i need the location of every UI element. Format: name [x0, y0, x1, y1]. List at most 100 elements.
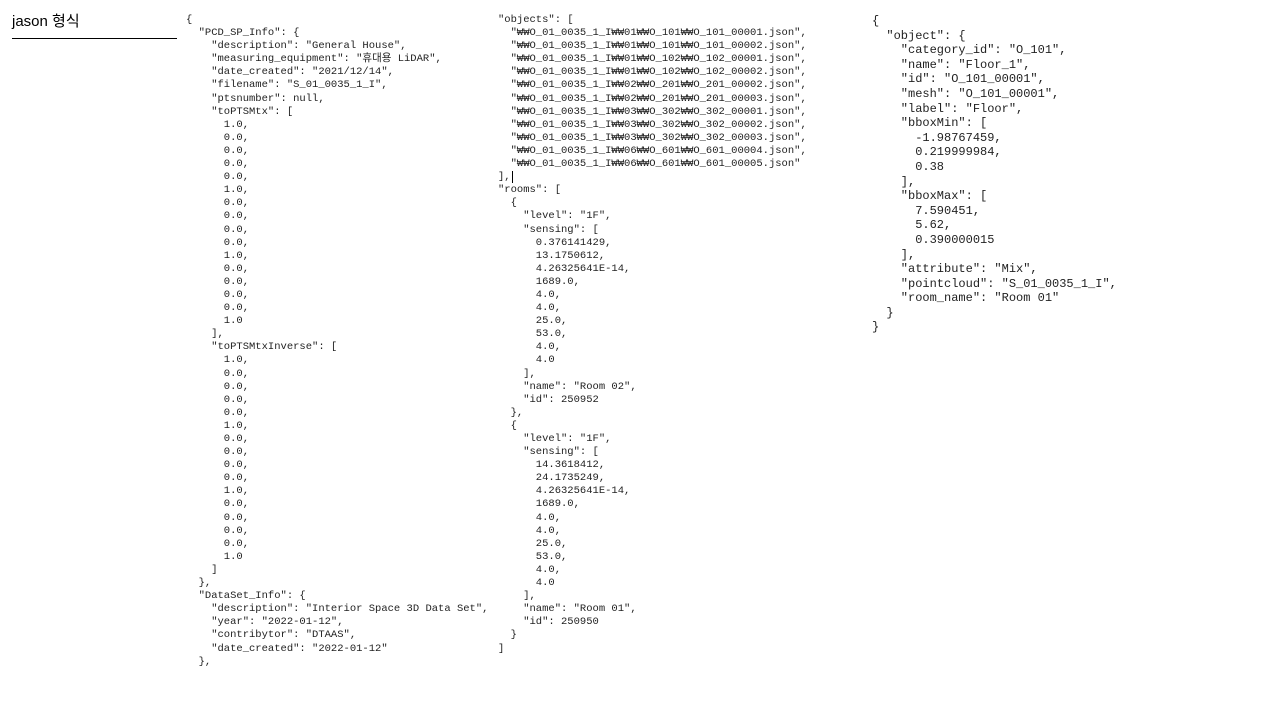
code-line: 4.0, — [498, 302, 858, 315]
code-line: 0.38 — [872, 160, 1172, 175]
code-line: 0.0, — [186, 368, 486, 381]
code-line: 25.0, — [498, 315, 858, 328]
code-line: 13.1750612, — [498, 250, 858, 263]
code-line: "name": "Room 01", — [498, 603, 858, 616]
code-line: 7.590451, — [872, 204, 1172, 219]
code-line: }, — [186, 577, 486, 590]
code-line: "name": "Floor_1", — [872, 58, 1172, 73]
code-line: { — [498, 197, 858, 210]
code-line: "id": 250952 — [498, 394, 858, 407]
json-column-2: "objects": [ "₩₩O_01_0035_1_I₩₩01₩₩O_101… — [498, 14, 858, 656]
json-column-3: { "object": { "category_id": "O_101", "n… — [872, 14, 1172, 335]
code-line: "rooms": [ — [498, 184, 858, 197]
code-line: 4.0, — [498, 341, 858, 354]
code-line: "₩₩O_01_0035_1_I₩₩06₩₩O_601₩₩O_601_00004… — [498, 145, 858, 158]
code-line: "₩₩O_01_0035_1_I₩₩03₩₩O_302₩₩O_302_00001… — [498, 106, 858, 119]
code-line: } — [872, 306, 1172, 321]
code-line: "attribute": "Mix", — [872, 262, 1172, 277]
code-line: } — [498, 629, 858, 642]
code-line: { — [872, 14, 1172, 29]
code-line: 0.0, — [186, 276, 486, 289]
code-line: "id": 250950 — [498, 616, 858, 629]
code-line: "toPTSMtx": [ — [186, 106, 486, 119]
code-line: "pointcloud": "S_01_0035_1_I", — [872, 277, 1172, 292]
code-line: "₩₩O_01_0035_1_I₩₩01₩₩O_101₩₩O_101_00002… — [498, 40, 858, 53]
code-line: 0.0, — [186, 210, 486, 223]
code-line: 5.62, — [872, 218, 1172, 233]
code-line: "₩₩O_01_0035_1_I₩₩02₩₩O_201₩₩O_201_00002… — [498, 79, 858, 92]
json-column-1: { "PCD_SP_Info": { "description": "Gener… — [186, 14, 486, 669]
header-label: jason 형식 — [12, 10, 177, 39]
code-line: 0.0, — [186, 407, 486, 420]
code-line: }, — [498, 407, 858, 420]
code-line: "category_id": "O_101", — [872, 43, 1172, 58]
code-line: "PCD_SP_Info": { — [186, 27, 486, 40]
code-line: 0.0, — [186, 289, 486, 302]
code-line: 0.0, — [186, 525, 486, 538]
code-line: "level": "1F", — [498, 210, 858, 223]
code-line: "room_name": "Room 01" — [872, 291, 1172, 306]
code-line: 0.376141429, — [498, 237, 858, 250]
code-line: "description": "General House", — [186, 40, 486, 53]
code-line: 0.0, — [186, 224, 486, 237]
code-line: "contribytor": "DTAAS", — [186, 629, 486, 642]
code-line: 0.219999984, — [872, 145, 1172, 160]
code-line: 0.0, — [186, 145, 486, 158]
code-line: 25.0, — [498, 538, 858, 551]
code-line: "date_created": "2022-01-12" — [186, 643, 486, 656]
code-line: { — [186, 14, 486, 27]
code-line: 1.0, — [186, 119, 486, 132]
code-line: "description": "Interior Space 3D Data S… — [186, 603, 486, 616]
code-line: 1.0 — [186, 315, 486, 328]
code-line: 1.0, — [186, 250, 486, 263]
code-line: ], — [872, 248, 1172, 263]
code-line: 1.0, — [186, 420, 486, 433]
code-line: ], — [498, 590, 858, 603]
code-line: "year": "2022-01-12", — [186, 616, 486, 629]
code-line: 0.0, — [186, 472, 486, 485]
code-line: 1.0, — [186, 485, 486, 498]
code-line: ], — [498, 368, 858, 381]
code-line: "₩₩O_01_0035_1_I₩₩03₩₩O_302₩₩O_302_00002… — [498, 119, 858, 132]
code-line: "level": "1F", — [498, 433, 858, 446]
code-line: "name": "Room 02", — [498, 381, 858, 394]
code-line: 0.0, — [186, 394, 486, 407]
code-line: 0.0, — [186, 263, 486, 276]
code-line: "bboxMin": [ — [872, 116, 1172, 131]
code-line: 14.3618412, — [498, 459, 858, 472]
code-line: 0.0, — [186, 132, 486, 145]
code-line: "date_created": "2021/12/14", — [186, 66, 486, 79]
code-line: 53.0, — [498, 328, 858, 341]
header-text: jason 형식 — [12, 13, 80, 30]
code-line: 4.0, — [498, 564, 858, 577]
code-line: 4.0 — [498, 577, 858, 590]
code-line: "filename": "S_01_0035_1_I", — [186, 79, 486, 92]
code-line: 0.0, — [186, 197, 486, 210]
code-line: 1.0 — [186, 551, 486, 564]
code-line: "measuring_equipment": "휴대용 LiDAR", — [186, 53, 486, 66]
code-line: { — [498, 420, 858, 433]
code-line: ] — [186, 564, 486, 577]
code-line: "ptsnumber": null, — [186, 93, 486, 106]
code-line: ], — [498, 171, 858, 184]
code-line: 0.0, — [186, 171, 486, 184]
code-line: "₩₩O_01_0035_1_I₩₩01₩₩O_102₩₩O_102_00002… — [498, 66, 858, 79]
code-line: "₩₩O_01_0035_1_I₩₩01₩₩O_102₩₩O_102_00001… — [498, 53, 858, 66]
code-line: "mesh": "O_101_00001", — [872, 87, 1172, 102]
code-line: 4.0, — [498, 525, 858, 538]
code-line: } — [872, 320, 1172, 335]
code-line: 4.0, — [498, 512, 858, 525]
code-line: "toPTSMtxInverse": [ — [186, 341, 486, 354]
code-line: 0.0, — [186, 433, 486, 446]
code-line: 0.0, — [186, 459, 486, 472]
code-line: -1.98767459, — [872, 131, 1172, 146]
code-line: 0.0, — [186, 158, 486, 171]
code-line: 1.0, — [186, 184, 486, 197]
code-line: 1.0, — [186, 354, 486, 367]
code-line: 1689.0, — [498, 498, 858, 511]
code-line: 0.0, — [186, 512, 486, 525]
code-line: "object": { — [872, 29, 1172, 44]
code-line: ] — [498, 643, 858, 656]
code-line: "label": "Floor", — [872, 102, 1172, 117]
code-line: "objects": [ — [498, 14, 858, 27]
